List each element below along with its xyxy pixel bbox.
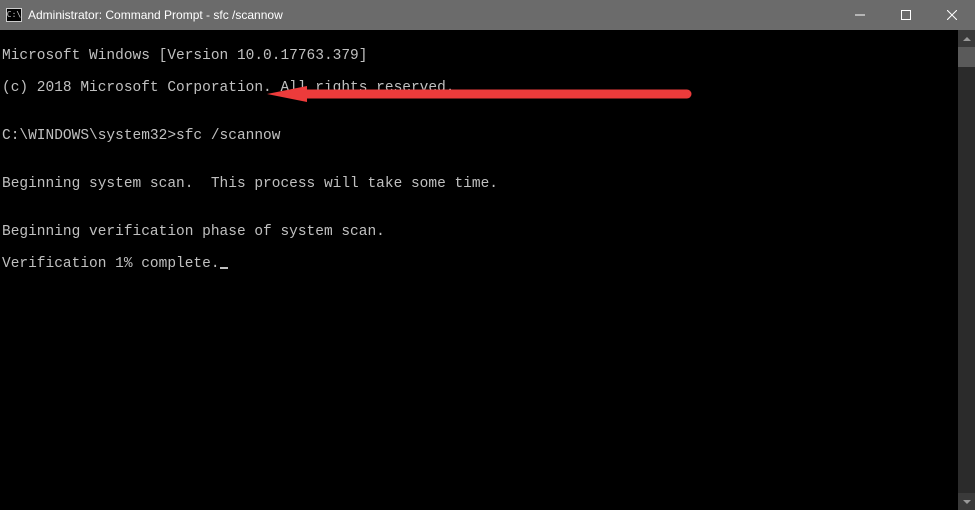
titlebar: C:\ Administrator: Command Prompt - sfc … bbox=[0, 0, 975, 30]
output-line: (c) 2018 Microsoft Corporation. All righ… bbox=[2, 80, 958, 96]
minimize-icon bbox=[855, 10, 865, 20]
scroll-down-button[interactable] bbox=[958, 493, 975, 510]
close-button[interactable] bbox=[929, 0, 975, 30]
maximize-button[interactable] bbox=[883, 0, 929, 30]
output-line: Beginning system scan. This process will… bbox=[2, 176, 958, 192]
scroll-up-button[interactable] bbox=[958, 30, 975, 47]
close-icon bbox=[947, 10, 957, 20]
maximize-icon bbox=[901, 10, 911, 20]
chevron-up-icon bbox=[963, 37, 971, 41]
output-line: Microsoft Windows [Version 10.0.17763.37… bbox=[2, 48, 958, 64]
minimize-button[interactable] bbox=[837, 0, 883, 30]
cursor bbox=[220, 267, 228, 269]
scroll-thumb[interactable] bbox=[958, 47, 975, 67]
chevron-down-icon bbox=[963, 500, 971, 504]
entered-command: sfc /scannow bbox=[176, 128, 280, 144]
cmd-icon: C:\ bbox=[6, 8, 22, 22]
window-title: Administrator: Command Prompt - sfc /sca… bbox=[28, 8, 837, 22]
cmd-icon-label: C:\ bbox=[7, 11, 21, 19]
terminal-output[interactable]: Microsoft Windows [Version 10.0.17763.37… bbox=[0, 30, 958, 510]
prompt-path: C:\WINDOWS\system32> bbox=[2, 128, 176, 144]
output-line: Beginning verification phase of system s… bbox=[2, 224, 958, 240]
window-controls bbox=[837, 0, 975, 30]
prompt-line: C:\WINDOWS\system32>sfc /scannow bbox=[2, 128, 958, 144]
verification-text: Verification 1% complete. bbox=[2, 256, 220, 272]
vertical-scrollbar[interactable] bbox=[958, 30, 975, 510]
output-line: Verification 1% complete. bbox=[2, 256, 958, 272]
